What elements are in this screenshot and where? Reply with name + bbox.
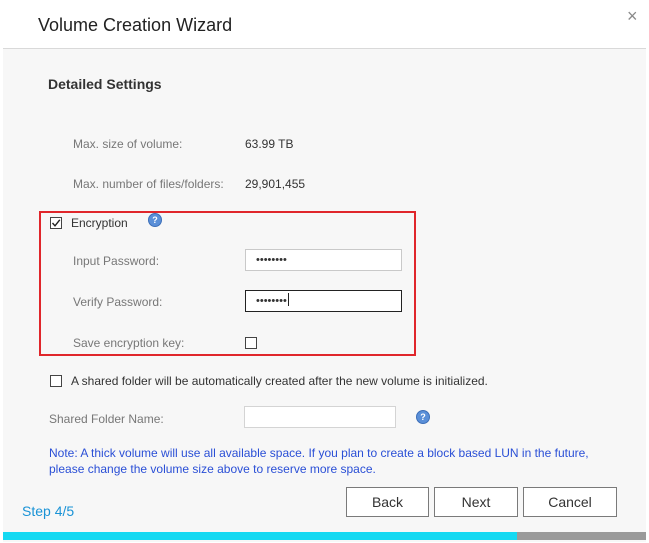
shared-folder-name-label: Shared Folder Name: xyxy=(49,412,164,426)
save-key-label: Save encryption key: xyxy=(73,336,185,350)
encryption-checkbox[interactable] xyxy=(50,217,62,229)
text-caret xyxy=(287,293,289,306)
max-files-value: 29,901,455 xyxy=(245,177,306,191)
encryption-highlight-box xyxy=(39,211,416,356)
step-indicator: Step 4/5 xyxy=(22,503,75,519)
wizard-progress-bar xyxy=(3,532,646,540)
max-files-label: Max. number of files/folders: xyxy=(73,177,224,191)
verify-password-field[interactable]: •••••••• xyxy=(245,290,402,312)
wizard-dialog: Volume Creation Wizard × Detailed Settin… xyxy=(3,2,646,542)
shared-folder-name-input[interactable] xyxy=(244,406,396,428)
cancel-button[interactable]: Cancel xyxy=(523,487,617,517)
thick-volume-note: Note: A thick volume will use all availa… xyxy=(49,446,589,476)
max-size-value: 63.99 TB xyxy=(245,137,294,151)
dialog-title: Volume Creation Wizard xyxy=(38,15,233,35)
save-key-checkbox[interactable] xyxy=(245,337,257,349)
verify-password-label: Verify Password: xyxy=(73,295,163,309)
section-title: Detailed Settings xyxy=(48,76,162,92)
next-button[interactable]: Next xyxy=(434,487,518,517)
verify-password-value: •••••••• xyxy=(256,295,287,307)
shared-folder-label: A shared folder will be automatically cr… xyxy=(71,374,488,388)
encryption-label: Encryption xyxy=(71,216,128,230)
close-icon[interactable]: × xyxy=(627,7,645,25)
title-bar: Volume Creation Wizard xyxy=(3,2,646,49)
input-password-value: •••••••• xyxy=(256,254,287,266)
shared-folder-help-icon[interactable]: ? xyxy=(416,410,430,424)
encryption-help-icon[interactable]: ? xyxy=(148,213,162,227)
checkmark-icon xyxy=(51,219,61,227)
input-password-field[interactable]: •••••••• xyxy=(245,249,402,271)
input-password-label: Input Password: xyxy=(73,254,160,268)
wizard-progress-fill xyxy=(3,532,518,540)
max-size-label: Max. size of volume: xyxy=(73,137,183,151)
back-button[interactable]: Back xyxy=(346,487,429,517)
shared-folder-checkbox[interactable] xyxy=(50,375,62,387)
